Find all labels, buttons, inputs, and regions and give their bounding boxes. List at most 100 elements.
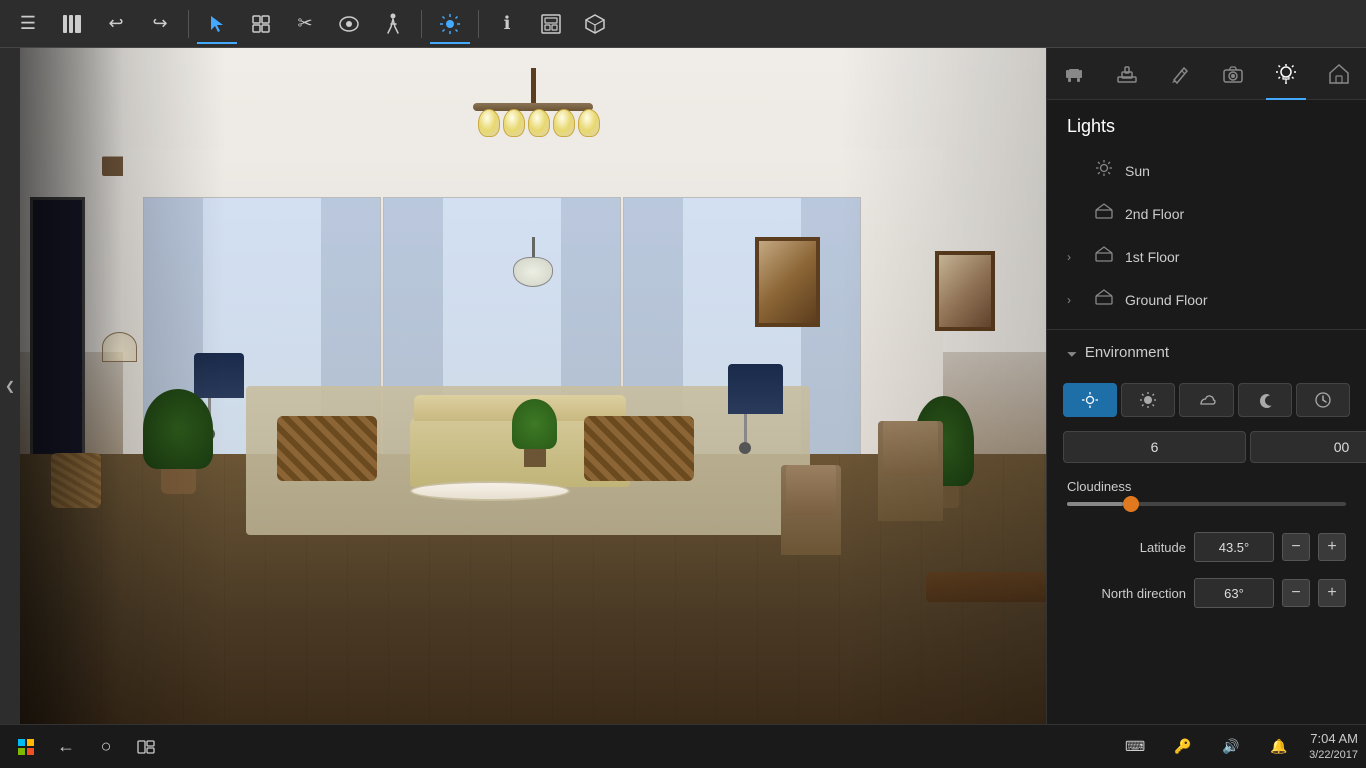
taskbar-network-icon[interactable]: 🔑 xyxy=(1165,729,1201,765)
viewport xyxy=(20,48,1046,724)
task-view-button[interactable] xyxy=(128,729,164,765)
taskbar-notification-icon[interactable]: 🔔 xyxy=(1261,729,1297,765)
latitude-label: Latitude xyxy=(1067,540,1186,555)
light-item-2nd-floor[interactable]: › 2nd Floor xyxy=(1047,192,1366,235)
armchair-1 xyxy=(277,416,377,481)
cloudiness-slider-thumb[interactable] xyxy=(1123,496,1139,512)
time-preset-day[interactable] xyxy=(1121,383,1175,417)
main-area: ❮ xyxy=(0,48,1366,724)
sun-light-icon xyxy=(1095,159,1113,182)
north-increase-button[interactable]: + xyxy=(1318,579,1346,607)
painting-1 xyxy=(755,237,820,327)
bulb-3 xyxy=(528,109,550,137)
north-direction-input[interactable] xyxy=(1194,578,1274,608)
latitude-decrease-button[interactable]: − xyxy=(1282,533,1310,561)
dining-chair-1 xyxy=(781,465,841,555)
left-panel-toggle[interactable]: ❮ xyxy=(0,48,20,724)
scissors-icon[interactable]: ✂ xyxy=(285,4,325,44)
time-hour-input[interactable] xyxy=(1063,431,1246,463)
undo-icon[interactable]: ↩ xyxy=(96,4,136,44)
lights-section-title: Lights xyxy=(1047,100,1366,149)
home-button[interactable]: ○ xyxy=(88,729,124,765)
taskbar-volume-icon[interactable]: 🔊 xyxy=(1213,729,1249,765)
north-direction-row: North direction − + xyxy=(1047,570,1366,616)
library-icon[interactable] xyxy=(52,4,92,44)
light-item-sun[interactable]: › Sun xyxy=(1047,149,1366,192)
select-icon[interactable] xyxy=(197,4,237,44)
1st-floor-expand-arrow: › xyxy=(1067,250,1083,264)
ground-floor-expand-arrow: › xyxy=(1067,293,1083,307)
redo-icon[interactable]: ↪ xyxy=(140,4,180,44)
build-icon[interactable] xyxy=(241,4,281,44)
plant-left xyxy=(143,389,213,494)
north-direction-label: North direction xyxy=(1067,586,1186,601)
2nd-floor-light-name: 2nd Floor xyxy=(1125,206,1184,222)
top-toolbar: ☰ ↩ ↪ ✂ xyxy=(0,0,1366,48)
tab-lighting[interactable] xyxy=(1266,54,1306,94)
time-preset-night[interactable] xyxy=(1238,383,1292,417)
sun-toolbar-icon[interactable] xyxy=(430,4,470,44)
right-panel-content: Lights › Sun xyxy=(1047,100,1366,724)
chandelier-rod xyxy=(531,68,536,103)
tab-furniture[interactable] xyxy=(1054,54,1094,94)
info-icon[interactable]: ℹ xyxy=(487,4,527,44)
ground-floor-light-name: Ground Floor xyxy=(1125,292,1207,308)
taskbar-clock[interactable]: 7:04 AM 3/22/2017 xyxy=(1309,731,1358,762)
light-item-1st-floor[interactable]: › 1st Floor xyxy=(1047,235,1366,278)
environment-section: 🞃 Environment xyxy=(1047,329,1366,616)
latitude-row: Latitude − + xyxy=(1047,524,1366,570)
room-render xyxy=(20,48,1046,724)
dining-chair-2 xyxy=(878,421,943,521)
taskbar-time: 7:04 AM xyxy=(1309,731,1358,748)
1st-floor-light-icon xyxy=(1095,245,1113,268)
floor-lamp-right xyxy=(728,364,763,454)
decorative-basket xyxy=(51,453,101,508)
painting-2 xyxy=(935,251,995,331)
latitude-increase-button[interactable]: + xyxy=(1318,533,1346,561)
start-button[interactable] xyxy=(8,729,44,765)
back-button[interactable]: ← xyxy=(48,729,84,765)
time-preset-custom[interactable] xyxy=(1296,383,1350,417)
armchair-2 xyxy=(584,416,694,481)
bulb-1 xyxy=(478,109,500,137)
3d-icon[interactable] xyxy=(575,4,615,44)
chandelier-arm xyxy=(473,103,593,111)
menu-icon[interactable]: ☰ xyxy=(8,4,48,44)
environment-header[interactable]: 🞃 Environment xyxy=(1047,330,1366,375)
cloudiness-row: Cloudiness xyxy=(1047,469,1366,524)
chandelier xyxy=(463,68,603,111)
right-panel: Lights › Sun xyxy=(1046,48,1366,724)
latitude-input[interactable] xyxy=(1194,532,1274,562)
bulb-2 xyxy=(503,109,525,137)
tab-paint[interactable] xyxy=(1160,54,1200,94)
light-item-ground-floor[interactable]: › Ground Floor xyxy=(1047,278,1366,321)
env-chevron-icon: 🞃 xyxy=(1067,344,1077,361)
1st-floor-light-name: 1st Floor xyxy=(1125,249,1179,265)
tab-house[interactable] xyxy=(1319,54,1359,94)
2nd-floor-light-icon xyxy=(1095,202,1113,225)
dining-table xyxy=(926,572,1046,602)
ground-floor-light-icon xyxy=(1095,288,1113,311)
plant-table xyxy=(512,399,557,467)
time-minute-input[interactable] xyxy=(1250,431,1366,463)
environment-label: Environment xyxy=(1085,344,1169,361)
time-preset-sunrise[interactable] xyxy=(1063,383,1117,417)
tab-camera[interactable] xyxy=(1213,54,1253,94)
walk-icon[interactable] xyxy=(373,4,413,44)
bulb-4 xyxy=(553,109,575,137)
time-presets xyxy=(1047,375,1366,425)
view-icon[interactable] xyxy=(329,4,369,44)
pendant-light xyxy=(513,237,553,287)
time-preset-cloudy[interactable] xyxy=(1179,383,1233,417)
north-decrease-button[interactable]: − xyxy=(1282,579,1310,607)
tab-build[interactable] xyxy=(1107,54,1147,94)
sun-light-name: Sun xyxy=(1125,163,1150,179)
layout-icon[interactable] xyxy=(531,4,571,44)
coffee-table xyxy=(410,481,570,501)
taskbar-keyboard-icon[interactable]: ⌨ xyxy=(1117,729,1153,765)
taskbar: ← ○ ⌨ 🔑 🔊 🔔 7:04 AM 3/22/2017 xyxy=(0,724,1366,768)
time-inputs xyxy=(1047,425,1366,469)
taskbar-system-area: ⌨ 🔑 🔊 🔔 7:04 AM 3/22/2017 xyxy=(1117,729,1358,765)
cloudiness-slider-fill xyxy=(1067,502,1123,506)
cloudiness-slider-track[interactable] xyxy=(1067,502,1346,506)
